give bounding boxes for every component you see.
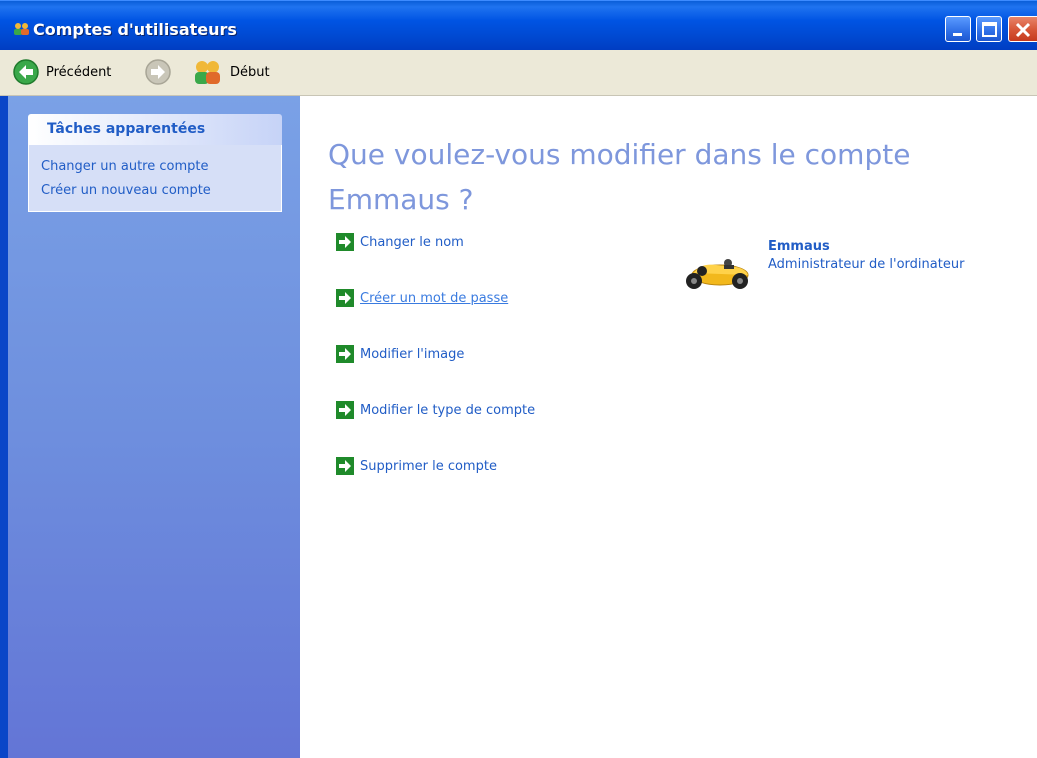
change-other-account-link[interactable]: Changer un autre compte [41, 155, 281, 179]
green-arrow-icon [336, 457, 354, 475]
green-arrow-icon [336, 233, 354, 251]
maximize-button[interactable] [976, 16, 1002, 42]
race-car-icon [686, 259, 749, 289]
page-title: Que voulez-vous modifier dans le compte … [328, 138, 911, 216]
home-button[interactable]: Début [192, 56, 270, 88]
green-arrow-icon [336, 345, 354, 363]
related-tasks-box: Tâches apparentées Changer un autre comp… [28, 114, 282, 212]
back-arrow-icon [13, 59, 39, 85]
close-button[interactable] [1008, 16, 1037, 42]
minimize-button[interactable] [945, 16, 971, 42]
related-tasks-header: Tâches apparentées [28, 114, 282, 145]
users-icon [195, 61, 220, 84]
change-account-type-link[interactable]: Modifier le type de compte [336, 401, 535, 419]
task-pane: Tâches apparentées Changer un autre comp… [0, 96, 300, 758]
delete-account-label: Supprimer le compte [360, 458, 497, 474]
navigation-toolbar: Précédent Début [0, 50, 1037, 96]
change-picture-link[interactable]: Modifier l'image [336, 345, 464, 363]
green-arrow-icon [336, 289, 354, 307]
close-icon [1015, 22, 1031, 38]
change-picture-label: Modifier l'image [360, 346, 465, 362]
main-content: Que voulez-vous modifier dans le compte … [300, 96, 1037, 758]
change-name-link[interactable]: Changer le nom [336, 233, 464, 251]
green-arrow-icon [336, 401, 354, 419]
create-password-label: Créer un mot de passe [360, 290, 509, 306]
delete-account-link[interactable]: Supprimer le compte [336, 457, 497, 475]
change-name-label: Changer le nom [360, 234, 464, 250]
change-account-type-label: Modifier le type de compte [360, 402, 536, 418]
create-new-account-link[interactable]: Créer un nouveau compte [41, 179, 281, 203]
user-accounts-window: Comptes d'utilisateurs Précédent Début T… [0, 0, 1037, 758]
create-password-link[interactable]: Créer un mot de passe [336, 289, 508, 307]
home-label: Début [230, 64, 270, 80]
window-left-border [0, 96, 8, 758]
forward-button[interactable] [144, 56, 172, 88]
maximize-icon [982, 22, 997, 37]
user-role: Administrateur de l'ordinateur [768, 257, 965, 272]
user-accounts-icon [14, 23, 29, 35]
user-name: Emmaus [768, 239, 830, 254]
minimize-icon [953, 33, 962, 36]
back-button[interactable]: Précédent [12, 56, 111, 88]
back-label: Précédent [46, 64, 112, 80]
title-bar[interactable]: Comptes d'utilisateurs [0, 0, 1037, 50]
window-title: Comptes d'utilisateurs [33, 20, 237, 39]
related-tasks-title: Tâches apparentées [47, 121, 206, 137]
related-tasks-list: Changer un autre compte Créer un nouveau… [28, 145, 282, 212]
forward-arrow-icon [145, 59, 171, 85]
